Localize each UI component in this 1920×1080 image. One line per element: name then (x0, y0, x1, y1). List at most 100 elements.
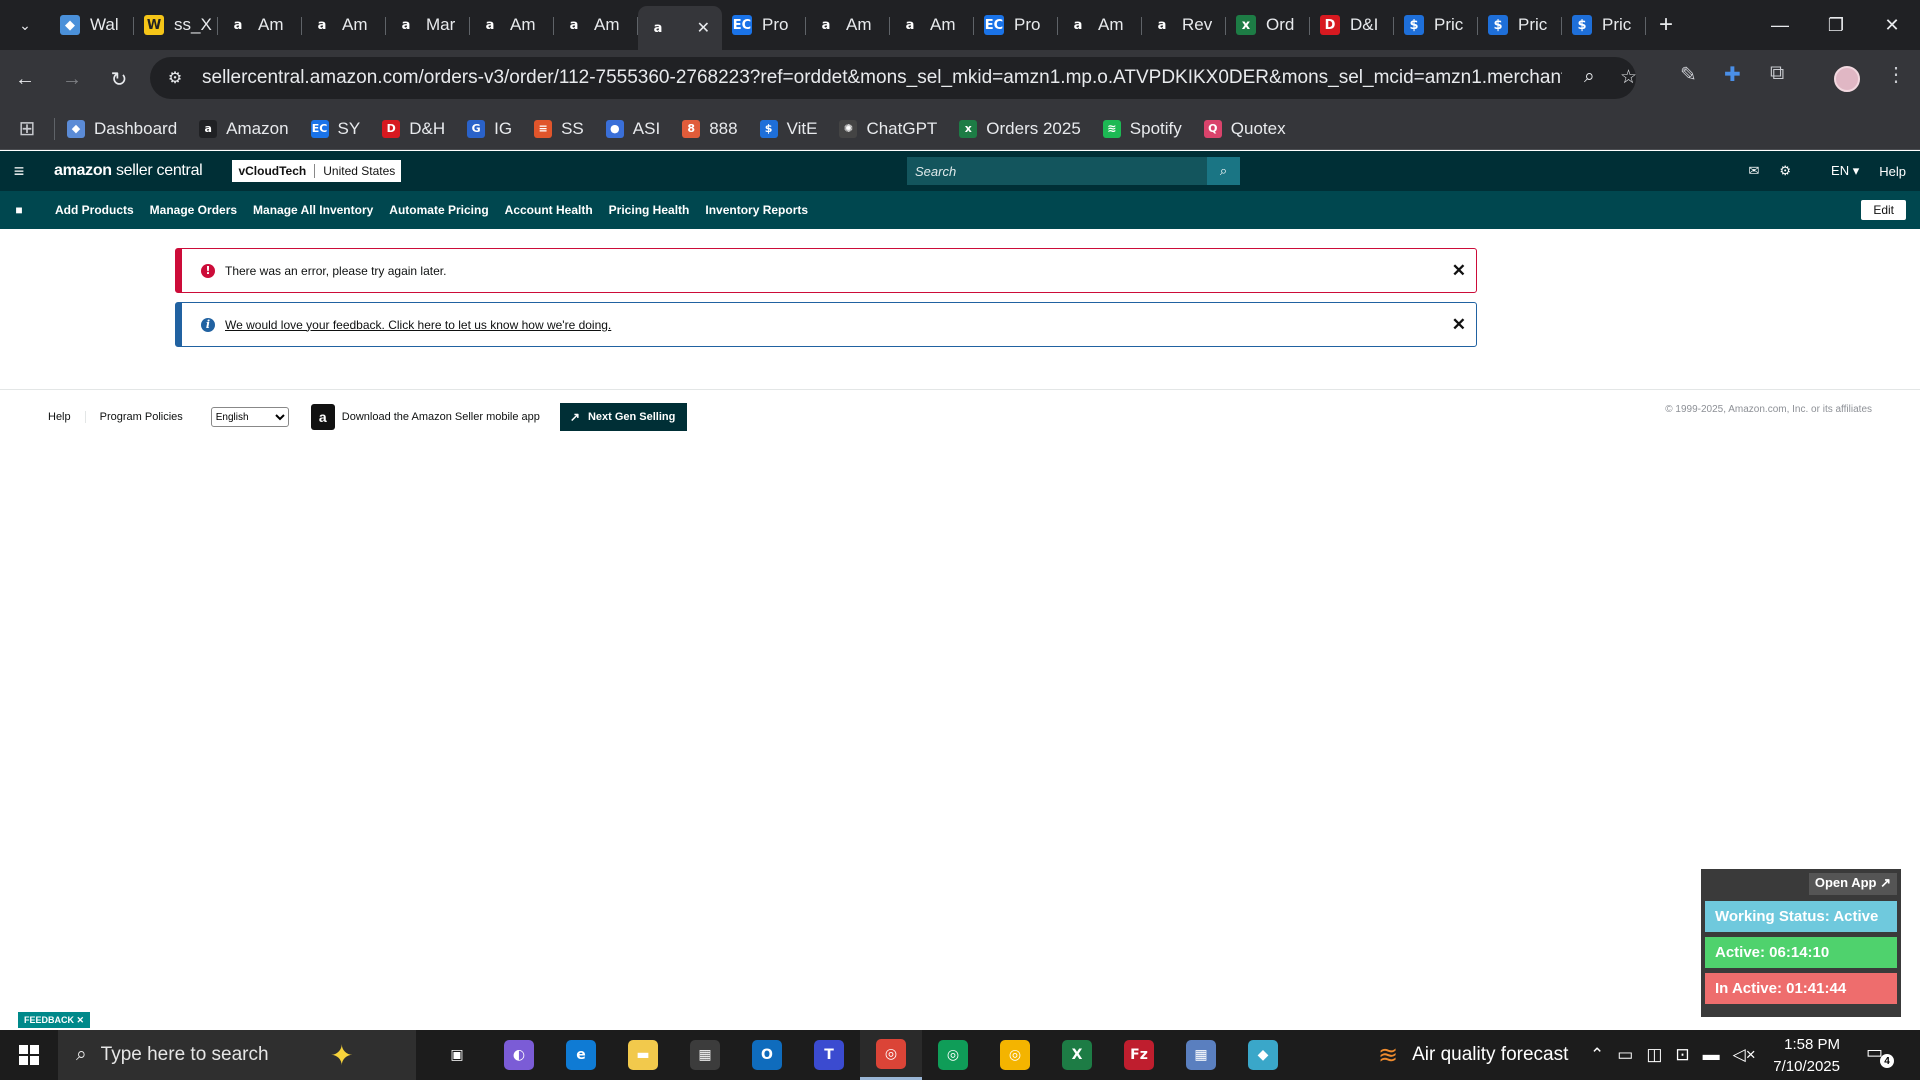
nav-link[interactable]: Manage Orders (150, 203, 237, 217)
taskbar-app[interactable]: ▦ (1170, 1030, 1232, 1080)
program-policies-link[interactable]: Program Policies (100, 411, 197, 423)
browser-tab[interactable]: $ Pric (1394, 6, 1478, 44)
search-icon[interactable]: ⌕ (1207, 157, 1240, 185)
close-window-icon[interactable]: ✕ (1864, 0, 1920, 50)
edit-nav-button[interactable]: Edit (1861, 200, 1906, 220)
taskbar-app[interactable]: Fz (1108, 1030, 1170, 1080)
taskbar-app[interactable]: O (736, 1030, 798, 1080)
weather-widget[interactable]: ≋ Air quality forecast (1378, 1030, 1568, 1080)
bookmark-item[interactable]: 8 888 (682, 119, 738, 139)
bookmark-item[interactable]: ≋ Spotify (1102, 119, 1182, 139)
seller-search-input[interactable] (907, 157, 1207, 185)
taskbar-app[interactable]: X (1046, 1030, 1108, 1080)
tab-search-button[interactable]: ⌄ (0, 0, 50, 50)
bookmark-item[interactable]: ◆ Dashboard (67, 119, 177, 139)
apps-grid-icon[interactable]: ⊞ (0, 116, 54, 141)
browser-tab[interactable]: D D&I (1310, 6, 1394, 44)
nav-link[interactable]: Account Health (505, 203, 593, 217)
bookmark-item[interactable]: $ VitE (759, 119, 817, 139)
language-select[interactable]: English (210, 407, 289, 427)
browser-tab[interactable]: ◆ Wal (50, 6, 134, 44)
bookmark-star-icon[interactable]: ☆ (1620, 66, 1637, 89)
taskbar-app[interactable]: ▬ (612, 1030, 674, 1080)
taskbar-app[interactable]: e (550, 1030, 612, 1080)
close-tab-icon[interactable]: ✕ (697, 18, 710, 38)
browser-tab[interactable]: a Am (554, 6, 638, 44)
taskbar-app[interactable]: ▦ (674, 1030, 736, 1080)
nav-link[interactable]: Pricing Health (609, 203, 690, 217)
footer-help-link[interactable]: Help (48, 411, 86, 423)
restore-icon[interactable]: ❐ (1808, 0, 1864, 50)
profile-avatar[interactable] (1834, 66, 1860, 92)
reload-icon[interactable]: ↻ (97, 57, 141, 101)
hamburger-menu-icon[interactable]: ≡ (0, 161, 38, 182)
browser-tab[interactable]: Wss_X (134, 6, 218, 44)
minimize-icon[interactable]: — (1752, 0, 1808, 50)
browser-tab[interactable]: a Mar (386, 6, 470, 44)
taskbar-app[interactable]: ◎ (984, 1030, 1046, 1080)
gear-icon[interactable]: ⚙ (1779, 163, 1791, 179)
close-icon[interactable]: ✕ (1452, 315, 1466, 335)
new-tab-button[interactable]: + (1646, 11, 1686, 39)
language-selector[interactable]: EN ▾ (1811, 163, 1859, 179)
browser-tab[interactable]: a ✕ (638, 6, 722, 50)
bookmark-icon[interactable]: ■ (0, 203, 38, 217)
account-switcher[interactable]: vCloudTech United States (232, 160, 402, 182)
close-icon[interactable]: ✕ (1452, 261, 1466, 281)
extension-puzzle-blue-icon[interactable]: ✚ (1724, 62, 1741, 87)
bookmark-item[interactable]: a Amazon (199, 119, 289, 139)
network-icon[interactable]: ⊡ (1675, 1045, 1689, 1065)
url-text[interactable]: sellercentral.amazon.com/orders-v3/order… (202, 67, 1562, 89)
mail-icon[interactable]: ✉ (1748, 163, 1759, 179)
browser-menu-icon[interactable]: ⋮ (1886, 62, 1906, 87)
taskbar-search[interactable]: ⌕ Type here to search ✦ (58, 1030, 416, 1080)
taskbar-app[interactable]: ◎ (922, 1030, 984, 1080)
bookmark-item[interactable]: ≡ SS (534, 119, 584, 139)
taskbar-app[interactable]: T (798, 1030, 860, 1080)
extension-leaf-icon[interactable]: ✎ (1680, 62, 1697, 87)
browser-tab[interactable]: EC Pro (722, 6, 806, 44)
taskbar-app[interactable]: ▣ (426, 1030, 488, 1080)
back-icon[interactable]: ← (3, 57, 47, 101)
browser-tab[interactable]: a Am (890, 6, 974, 44)
zoom-icon[interactable]: ⌕ (1584, 66, 1595, 88)
chevron-up-icon[interactable]: ⌃ (1590, 1045, 1604, 1065)
nav-link[interactable]: Inventory Reports (705, 203, 808, 217)
browser-tab[interactable]: a Am (1058, 6, 1142, 44)
taskbar-app[interactable]: ◐ (488, 1030, 550, 1080)
bookmark-item[interactable]: Q Quotex (1203, 119, 1286, 139)
bookmark-item[interactable]: D D&H (382, 119, 445, 139)
bookmark-item[interactable]: ● ASI (605, 119, 660, 139)
mobile-app-link[interactable]: Download the Amazon Seller mobile app (342, 411, 540, 423)
meet-icon[interactable]: ◫ (1646, 1045, 1662, 1065)
nav-link[interactable]: Add Products (55, 203, 134, 217)
display-icon[interactable]: ▭ (1617, 1045, 1633, 1065)
nav-link[interactable]: Manage All Inventory (253, 203, 373, 217)
bookmark-item[interactable]: G IG (467, 119, 512, 139)
feedback-tab[interactable]: FEEDBACK ✕ (18, 1012, 91, 1028)
browser-tab[interactable]: a Am (806, 6, 890, 44)
browser-tab[interactable]: a Am (218, 6, 302, 44)
site-info-icon[interactable]: ⚙ (156, 68, 194, 88)
help-link[interactable]: Help (1879, 164, 1906, 179)
battery-icon[interactable]: ▬ (1703, 1045, 1720, 1065)
extensions-icon[interactable]: ⧉ (1770, 62, 1784, 85)
browser-tab[interactable]: $ Pric (1562, 6, 1646, 44)
omnibox[interactable]: ⚙ sellercentral.amazon.com/orders-v3/ord… (150, 57, 1637, 99)
bookmark-item[interactable]: x Orders 2025 (959, 119, 1081, 139)
next-gen-selling-button[interactable]: ↗ Next Gen Selling (559, 403, 688, 431)
bookmark-item[interactable]: ✺ ChatGPT (839, 119, 937, 139)
taskbar-clock[interactable]: 1:58 PM 7/10/2025 (1752, 1034, 1840, 1078)
taskbar-app[interactable]: ◆ (1232, 1030, 1294, 1080)
browser-tab[interactable]: EC Pro (974, 6, 1058, 44)
open-app-button[interactable]: Open App ↗ (1808, 873, 1897, 895)
taskbar-app[interactable]: ◎ (860, 1030, 922, 1080)
browser-tab[interactable]: a Rev (1142, 6, 1226, 44)
browser-tab[interactable]: a Am (302, 6, 386, 44)
notifications-icon[interactable]: ▭ 4 (1866, 1042, 1894, 1068)
feedback-link[interactable]: We would love your feedback. Click here … (225, 318, 611, 332)
forward-icon[interactable]: → (50, 57, 94, 101)
seller-central-logo[interactable]: amazon seller central (54, 162, 203, 180)
browser-tab[interactable]: $ Pric (1478, 6, 1562, 44)
bookmark-item[interactable]: EC SY (310, 119, 360, 139)
